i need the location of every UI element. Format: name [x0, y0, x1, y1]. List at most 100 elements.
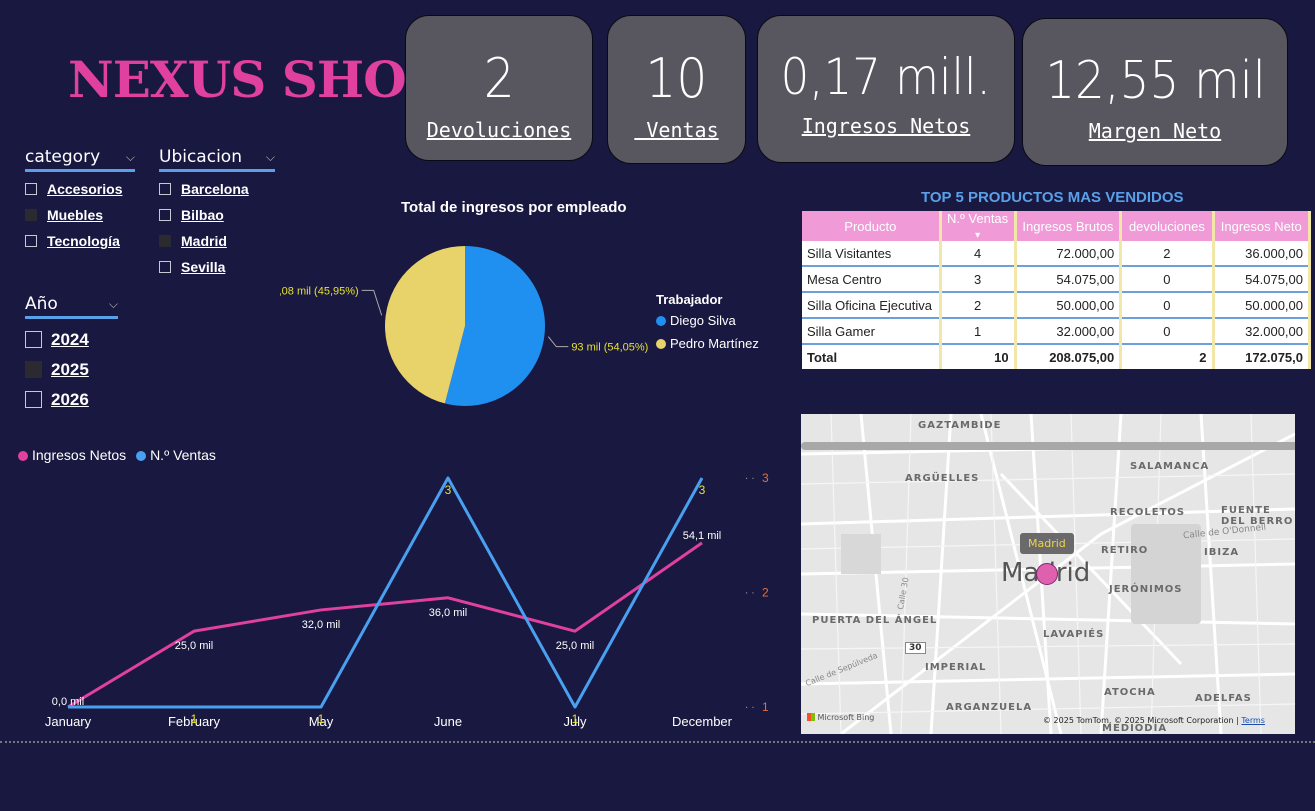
axis-tick-mark: · · [745, 474, 755, 485]
table-row[interactable]: Silla Visitantes 4 72.000,00 2 36.000,00 [802, 241, 1311, 267]
map-visual[interactable]: GAZTAMBIDE ARGÜELLES SALAMANCA RECOLETOS… [801, 414, 1295, 734]
table-title: TOP 5 PRODUCTOS MAS VENDIDOS [921, 189, 1184, 206]
map-label: IMPERIAL [925, 662, 987, 673]
table-cell: 1 [940, 318, 1017, 345]
kpi-card-devoluciones: 2 Devoluciones [405, 15, 593, 161]
line-legend-item[interactable]: N.º Ventas [136, 447, 216, 463]
terms-link[interactable]: Terms [1241, 716, 1265, 725]
top5-table: Producto N.º Ventas ▾ Ingresos Brutos dev… [802, 211, 1311, 369]
checkbox[interactable] [25, 361, 42, 378]
slicer-option-label: Barcelona [181, 181, 249, 197]
slicer-option[interactable]: 2024 [25, 330, 118, 349]
table-cell: 32.000,00 [1213, 318, 1311, 345]
slicer-title: Ubicacion [159, 147, 242, 167]
slicer-option[interactable]: Accesorios [25, 180, 135, 198]
checkbox[interactable] [25, 183, 37, 195]
pie-legend-label: Diego Silva [670, 313, 736, 328]
map-label: IBIZA [1204, 547, 1240, 558]
slicer-title: category [25, 147, 101, 167]
checkbox[interactable] [159, 261, 171, 273]
map-label: JERÓNIMOS [1109, 584, 1183, 595]
kpi-value: 2 [483, 47, 515, 110]
chevron-down-icon[interactable]: ⌵ [266, 150, 275, 165]
table-row[interactable]: Silla Gamer 1 32.000,00 0 32.000,00 [802, 318, 1311, 345]
table-cell: 72.000,00 [1015, 241, 1123, 267]
slicer-header[interactable]: Ubicacion ⌵ [159, 147, 275, 172]
x-axis-label: December [672, 714, 733, 729]
map-label: PUERTA DEL ÁNGEL [812, 615, 938, 626]
slicer-option[interactable]: Madrid [159, 232, 275, 250]
column-header[interactable]: Producto [802, 211, 942, 241]
series-line-ingresos-netos[interactable] [67, 541, 703, 709]
checkbox[interactable] [25, 391, 42, 408]
x-axis-label: January [45, 714, 92, 729]
slicer-option-label: 2026 [51, 389, 89, 409]
slicer-option[interactable]: 2025 [25, 360, 118, 379]
table-cell: 36.000,00 [1213, 241, 1311, 267]
slicer-option[interactable]: Tecnología [25, 232, 135, 250]
map-label: ATOCHA [1104, 687, 1156, 698]
checkbox[interactable] [25, 331, 42, 348]
table-header-row: Producto N.º Ventas ▾ Ingresos Brutos dev… [802, 211, 1311, 241]
data-label-ventas: 1 [572, 712, 579, 726]
bing-label: Microsoft Bing [817, 713, 875, 722]
pie-legend: Trabajador Diego Silva Pedro Martínez [656, 292, 759, 351]
pie-data-label: 93 mil (54,05%) [571, 342, 648, 354]
pie-chart-title: Total de ingresos por empleado [401, 199, 627, 216]
slicer-year: Año ⌵ 2024 2025 2026 [25, 294, 118, 409]
slicer-header[interactable]: category ⌵ [25, 147, 135, 172]
column-header[interactable]: devoluciones [1120, 211, 1215, 241]
slicer-header[interactable]: Año ⌵ [25, 294, 118, 319]
column-header[interactable]: Ingresos Brutos [1015, 211, 1123, 241]
slicer-option[interactable]: 2026 [25, 390, 118, 409]
pie-legend-item[interactable]: Pedro Martínez [656, 336, 759, 351]
table-cell: 54.075,00 [1213, 266, 1311, 293]
checkbox[interactable] [25, 235, 37, 247]
chevron-down-icon[interactable]: ⌵ [126, 150, 135, 165]
series-line-ventas[interactable] [68, 476, 704, 709]
pie-chart[interactable]: 93 mil (54,05%) 79,08 mil (45,95%) [280, 230, 660, 420]
line-legend: Ingresos Netos N.º Ventas [18, 447, 216, 463]
checkbox[interactable] [159, 209, 171, 221]
checkbox[interactable] [159, 183, 171, 195]
checkbox[interactable] [159, 235, 171, 247]
table-cell: 32.000,00 [1015, 318, 1123, 345]
pie-data-label: 79,08 mil (45,95%) [280, 285, 359, 297]
line-legend-label: Ingresos Netos [32, 447, 127, 463]
pie-legend-item[interactable]: Diego Silva [656, 313, 759, 328]
slicer-option[interactable]: Sevilla [159, 258, 275, 276]
divider [0, 741, 1315, 743]
map-marker-icon[interactable] [1036, 563, 1058, 585]
axis-tick-mark: · · [745, 589, 755, 600]
bing-logo: Microsoft Bing [807, 713, 874, 722]
table-cell: 0 [1120, 318, 1215, 345]
kpi-card-ventas: 10 Ventas [607, 15, 746, 164]
slicer-category: category ⌵ Accesorios Muebles Tecnología [25, 147, 135, 250]
checkbox[interactable] [25, 209, 37, 221]
kpi-label: Margen Neto [1088, 119, 1222, 143]
slicer-option[interactable]: Muebles [25, 206, 135, 224]
table-cell: 2 [940, 292, 1017, 319]
table-cell: 54.075,00 [1015, 266, 1123, 293]
chevron-down-icon[interactable]: ⌵ [109, 297, 118, 312]
copyright-text: © 2025 TomTom, © 2025 Microsoft Corporat… [1043, 716, 1234, 725]
line-legend-item[interactable]: Ingresos Netos [18, 447, 126, 463]
table-cell: 50.000,00 [1213, 292, 1311, 319]
sort-desc-icon: ▾ [975, 230, 981, 241]
map-label: RETIRO [1101, 545, 1149, 556]
table-row[interactable]: Mesa Centro 3 54.075,00 0 54.075,00 [802, 266, 1311, 293]
map-tooltip: Madrid [1020, 533, 1074, 554]
slicer-option[interactable]: Barcelona [159, 180, 275, 198]
column-header[interactable]: N.º Ventas ▾ [940, 211, 1017, 241]
table-row[interactable]: Silla Oficina Ejecutiva 2 50.000,00 0 50… [802, 292, 1311, 319]
pie-legend-label: Pedro Martínez [670, 336, 759, 351]
column-header[interactable]: Ingresos Neto [1213, 211, 1311, 241]
pie-legend-title: Trabajador [656, 292, 723, 307]
data-label-ingresos: 54,1 mil [683, 530, 722, 542]
line-chart[interactable]: 3· ·2· ·1· ·January February May June July De… [0, 465, 790, 735]
legend-dot-icon [136, 451, 147, 461]
data-label-ingresos: 25,0 mil [556, 640, 595, 652]
slicer-option[interactable]: Bilbao [159, 206, 275, 224]
slicer-option-label: 2025 [51, 359, 89, 379]
kpi-card-ingresos-netos: 0,17 mill. Ingresos Netos [757, 15, 1015, 163]
